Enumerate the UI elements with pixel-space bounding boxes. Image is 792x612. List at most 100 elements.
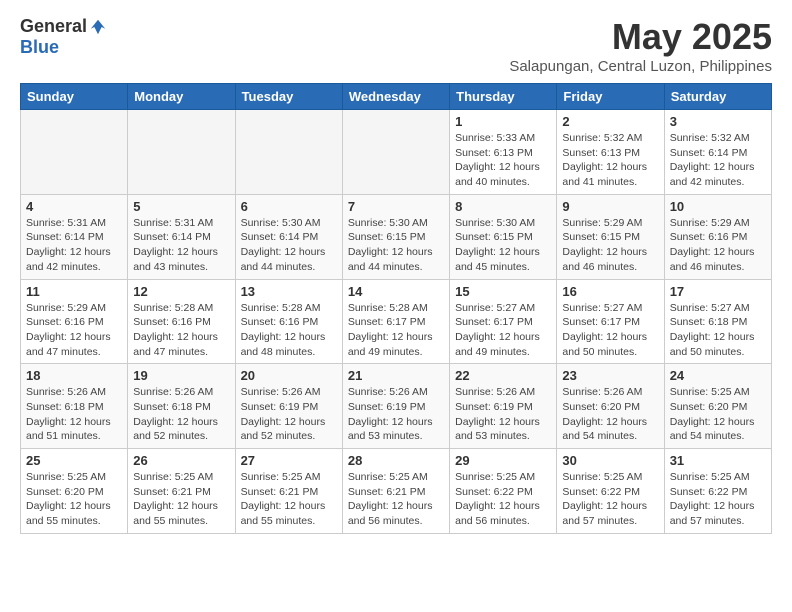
day-number: 18 xyxy=(26,368,122,383)
week-row-4: 18 Sunrise: 5:26 AM Sunset: 6:18 PM Dayli… xyxy=(21,364,772,449)
day-info: Sunrise: 5:25 AM Sunset: 6:22 PM Dayligh… xyxy=(562,470,658,529)
week-row-2: 4 Sunrise: 5:31 AM Sunset: 6:14 PM Daylig… xyxy=(21,194,772,279)
day-number: 17 xyxy=(670,284,766,299)
day-number: 21 xyxy=(348,368,444,383)
day-info: Sunrise: 5:25 AM Sunset: 6:21 PM Dayligh… xyxy=(133,470,229,529)
day-cell: 1 Sunrise: 5:33 AM Sunset: 6:13 PM Daylig… xyxy=(450,110,557,195)
day-number: 13 xyxy=(241,284,337,299)
day-cell: 31 Sunrise: 5:25 AM Sunset: 6:22 PM Dayli… xyxy=(664,449,771,534)
day-info: Sunrise: 5:27 AM Sunset: 6:17 PM Dayligh… xyxy=(455,301,551,360)
day-info: Sunrise: 5:30 AM Sunset: 6:14 PM Dayligh… xyxy=(241,216,337,275)
day-cell: 21 Sunrise: 5:26 AM Sunset: 6:19 PM Dayli… xyxy=(342,364,449,449)
day-number: 11 xyxy=(26,284,122,299)
week-row-3: 11 Sunrise: 5:29 AM Sunset: 6:16 PM Dayli… xyxy=(21,279,772,364)
day-number: 16 xyxy=(562,284,658,299)
day-info: Sunrise: 5:32 AM Sunset: 6:13 PM Dayligh… xyxy=(562,131,658,190)
day-info: Sunrise: 5:31 AM Sunset: 6:14 PM Dayligh… xyxy=(26,216,122,275)
calendar-title: May 2025 xyxy=(509,16,772,58)
day-info: Sunrise: 5:30 AM Sunset: 6:15 PM Dayligh… xyxy=(455,216,551,275)
weekday-header-thursday: Thursday xyxy=(450,84,557,110)
day-info: Sunrise: 5:26 AM Sunset: 6:18 PM Dayligh… xyxy=(133,385,229,444)
day-number: 23 xyxy=(562,368,658,383)
day-info: Sunrise: 5:25 AM Sunset: 6:20 PM Dayligh… xyxy=(670,385,766,444)
day-info: Sunrise: 5:32 AM Sunset: 6:14 PM Dayligh… xyxy=(670,131,766,190)
day-cell xyxy=(235,110,342,195)
day-cell: 20 Sunrise: 5:26 AM Sunset: 6:19 PM Dayli… xyxy=(235,364,342,449)
day-number: 30 xyxy=(562,453,658,468)
day-number: 9 xyxy=(562,199,658,214)
day-cell: 27 Sunrise: 5:25 AM Sunset: 6:21 PM Dayli… xyxy=(235,449,342,534)
calendar-table: SundayMondayTuesdayWednesdayThursdayFrid… xyxy=(20,83,772,534)
day-number: 22 xyxy=(455,368,551,383)
week-row-1: 1 Sunrise: 5:33 AM Sunset: 6:13 PM Daylig… xyxy=(21,110,772,195)
day-cell: 9 Sunrise: 5:29 AM Sunset: 6:15 PM Daylig… xyxy=(557,194,664,279)
day-info: Sunrise: 5:26 AM Sunset: 6:19 PM Dayligh… xyxy=(455,385,551,444)
day-info: Sunrise: 5:25 AM Sunset: 6:21 PM Dayligh… xyxy=(241,470,337,529)
weekday-header-wednesday: Wednesday xyxy=(342,84,449,110)
day-number: 29 xyxy=(455,453,551,468)
logo-general-text: General xyxy=(20,16,87,37)
day-cell: 5Sunrise: 5:31 AM Sunset: 6:14 PM Daylig… xyxy=(128,194,235,279)
week-row-5: 25Sunrise: 5:25 AM Sunset: 6:20 PM Dayli… xyxy=(21,449,772,534)
day-info: Sunrise: 5:30 AM Sunset: 6:15 PM Dayligh… xyxy=(348,216,444,275)
day-number: 5 xyxy=(133,199,229,214)
day-number: 26 xyxy=(133,453,229,468)
day-cell: 26 Sunrise: 5:25 AM Sunset: 6:21 PM Dayli… xyxy=(128,449,235,534)
day-number: 27 xyxy=(241,453,337,468)
day-number: 4 xyxy=(26,199,122,214)
day-cell xyxy=(342,110,449,195)
day-number: 15 xyxy=(455,284,551,299)
day-number: 28 xyxy=(348,453,444,468)
day-number: 3 xyxy=(670,114,766,129)
weekday-header-sunday: Sunday xyxy=(21,84,128,110)
day-info: Sunrise: 5:26 AM Sunset: 6:18 PM Dayligh… xyxy=(26,385,122,444)
logo-bird-icon xyxy=(89,18,107,36)
day-info: Sunrise: 5:28 AM Sunset: 6:17 PM Dayligh… xyxy=(348,301,444,360)
day-number: 7 xyxy=(348,199,444,214)
weekday-header-tuesday: Tuesday xyxy=(235,84,342,110)
day-number: 19 xyxy=(133,368,229,383)
day-cell: 19 Sunrise: 5:26 AM Sunset: 6:18 PM Dayli… xyxy=(128,364,235,449)
day-info: Sunrise: 5:25 AM Sunset: 6:22 PM Dayligh… xyxy=(670,470,766,529)
logo-blue-text: Blue xyxy=(20,37,59,57)
day-cell: 15 Sunrise: 5:27 AM Sunset: 6:17 PM Dayli… xyxy=(450,279,557,364)
day-cell: 4 Sunrise: 5:31 AM Sunset: 6:14 PM Daylig… xyxy=(21,194,128,279)
day-cell: 2Sunrise: 5:32 AM Sunset: 6:13 PM Daylig… xyxy=(557,110,664,195)
day-cell: 13 Sunrise: 5:28 AM Sunset: 6:16 PM Dayli… xyxy=(235,279,342,364)
day-cell: 28 Sunrise: 5:25 AM Sunset: 6:21 PM Dayli… xyxy=(342,449,449,534)
day-cell: 17 Sunrise: 5:27 AM Sunset: 6:18 PM Dayli… xyxy=(664,279,771,364)
day-cell: 18 Sunrise: 5:26 AM Sunset: 6:18 PM Dayli… xyxy=(21,364,128,449)
day-number: 1 xyxy=(455,114,551,129)
day-number: 31 xyxy=(670,453,766,468)
day-info: Sunrise: 5:25 AM Sunset: 6:22 PM Dayligh… xyxy=(455,470,551,529)
day-cell: 6Sunrise: 5:30 AM Sunset: 6:14 PM Daylig… xyxy=(235,194,342,279)
day-number: 10 xyxy=(670,199,766,214)
day-number: 14 xyxy=(348,284,444,299)
day-info: Sunrise: 5:29 AM Sunset: 6:15 PM Dayligh… xyxy=(562,216,658,275)
day-info: Sunrise: 5:29 AM Sunset: 6:16 PM Dayligh… xyxy=(670,216,766,275)
day-info: Sunrise: 5:25 AM Sunset: 6:21 PM Dayligh… xyxy=(348,470,444,529)
day-cell: 14 Sunrise: 5:28 AM Sunset: 6:17 PM Dayli… xyxy=(342,279,449,364)
day-info: Sunrise: 5:29 AM Sunset: 6:16 PM Dayligh… xyxy=(26,301,122,360)
day-cell xyxy=(21,110,128,195)
day-info: Sunrise: 5:26 AM Sunset: 6:19 PM Dayligh… xyxy=(348,385,444,444)
day-info: Sunrise: 5:26 AM Sunset: 6:20 PM Dayligh… xyxy=(562,385,658,444)
day-number: 12 xyxy=(133,284,229,299)
day-info: Sunrise: 5:27 AM Sunset: 6:17 PM Dayligh… xyxy=(562,301,658,360)
day-cell: 11 Sunrise: 5:29 AM Sunset: 6:16 PM Dayli… xyxy=(21,279,128,364)
day-info: Sunrise: 5:28 AM Sunset: 6:16 PM Dayligh… xyxy=(241,301,337,360)
day-cell: 30 Sunrise: 5:25 AM Sunset: 6:22 PM Dayli… xyxy=(557,449,664,534)
day-number: 20 xyxy=(241,368,337,383)
day-cell: 10 Sunrise: 5:29 AM Sunset: 6:16 PM Dayli… xyxy=(664,194,771,279)
day-cell: 25Sunrise: 5:25 AM Sunset: 6:20 PM Dayli… xyxy=(21,449,128,534)
day-info: Sunrise: 5:28 AM Sunset: 6:16 PM Dayligh… xyxy=(133,301,229,360)
day-cell xyxy=(128,110,235,195)
logo: General Blue xyxy=(20,16,107,58)
day-info: Sunrise: 5:27 AM Sunset: 6:18 PM Dayligh… xyxy=(670,301,766,360)
day-info: Sunrise: 5:33 AM Sunset: 6:13 PM Dayligh… xyxy=(455,131,551,190)
calendar-subtitle: Salapungan, Central Luzon, Philippines xyxy=(509,58,772,75)
day-cell: 23 Sunrise: 5:26 AM Sunset: 6:20 PM Dayli… xyxy=(557,364,664,449)
day-info: Sunrise: 5:26 AM Sunset: 6:19 PM Dayligh… xyxy=(241,385,337,444)
day-number: 24 xyxy=(670,368,766,383)
day-cell: 22 Sunrise: 5:26 AM Sunset: 6:19 PM Dayli… xyxy=(450,364,557,449)
